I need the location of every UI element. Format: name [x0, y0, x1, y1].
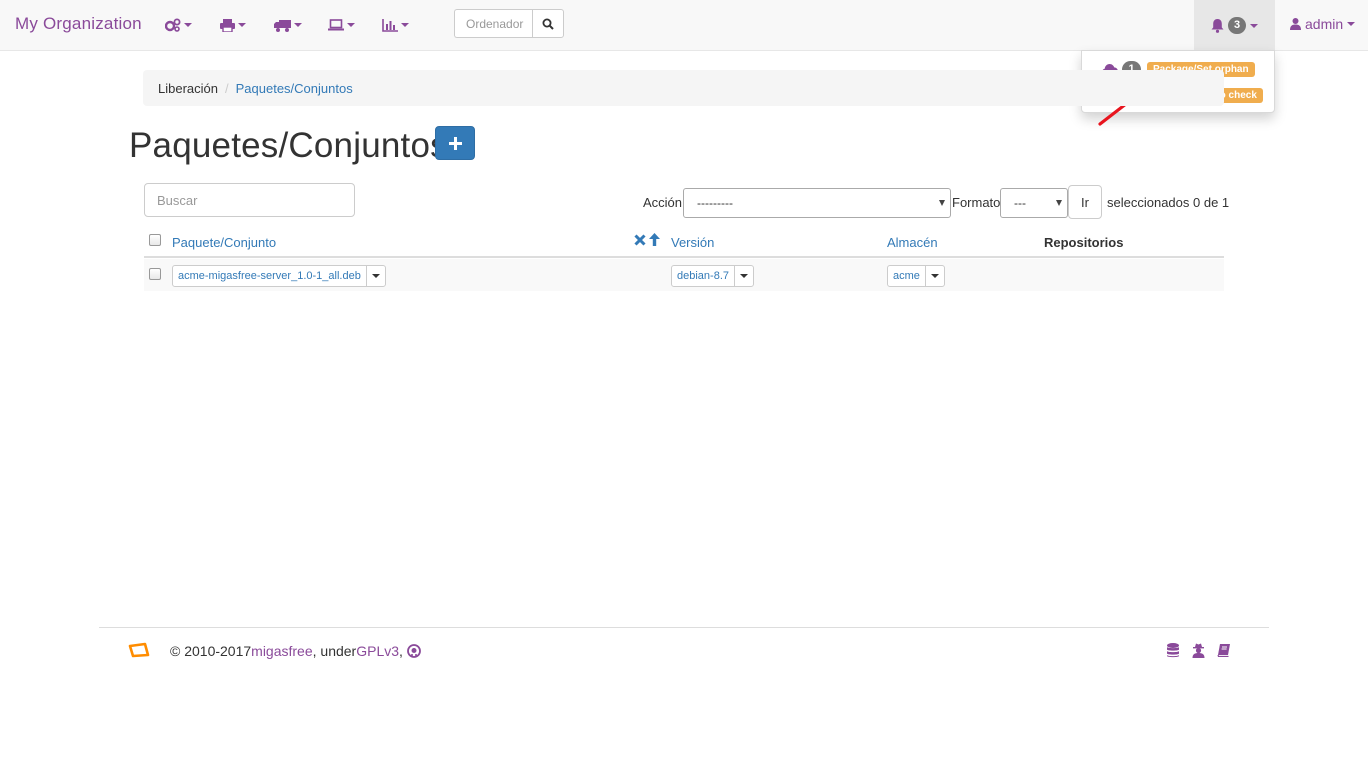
breadcrumb-separator: / [225, 80, 229, 96]
user-icon [1290, 18, 1301, 30]
format-label: Formato [952, 195, 1001, 210]
breadcrumb: Liberación / Paquetes/Conjuntos [143, 70, 1224, 106]
footer-under: , under [312, 643, 357, 659]
brand-link[interactable]: My Organization [15, 14, 142, 34]
action-select-value: --------- [697, 196, 733, 210]
column-header-repositories: Repositorios [1044, 235, 1124, 250]
book-icon[interactable] [1217, 643, 1231, 657]
devices-menu[interactable] [220, 15, 246, 35]
format-select[interactable]: --- [1000, 188, 1068, 218]
footer-comma: , [399, 643, 403, 659]
data-menu[interactable] [382, 15, 409, 35]
column-header-store[interactable]: Almacén [887, 235, 938, 250]
chevron-down-icon [1250, 23, 1258, 28]
add-package-button[interactable] [435, 126, 475, 160]
notifications-toggle[interactable]: 3 [1194, 0, 1275, 51]
chevron-down-icon [347, 23, 355, 27]
row-checkbox[interactable] [149, 268, 161, 280]
version-link[interactable]: debian-8.7 [672, 266, 734, 286]
store-link[interactable]: acme [888, 266, 925, 286]
bar-chart-icon [382, 18, 398, 32]
chevron-down-icon [740, 274, 748, 278]
chevron-down-icon [238, 23, 246, 27]
remove-sort-icon[interactable] [634, 234, 646, 246]
chevron-down-icon [184, 23, 192, 27]
computers-menu[interactable] [328, 15, 355, 35]
breadcrumb-item-paquetes[interactable]: Paquetes/Conjuntos [236, 81, 353, 96]
chevron-down-icon [401, 23, 409, 27]
chevron-down-icon [1056, 200, 1062, 206]
sort-ascending-icon[interactable] [649, 233, 660, 246]
format-select-value: --- [1014, 196, 1026, 210]
migasfree-link[interactable]: migasfree [251, 643, 312, 659]
migasfree-logo-icon[interactable] [128, 642, 150, 658]
package-split-button: acme-migasfree-server_1.0-1_all.deb [172, 265, 386, 287]
chevron-down-icon [371, 274, 380, 278]
footer-copyright: © 2010-2017 [170, 643, 252, 659]
search-input[interactable] [144, 183, 355, 217]
search-icon [542, 18, 554, 30]
release-menu[interactable] [274, 15, 302, 35]
column-header-version[interactable]: Versión [671, 235, 714, 250]
store-split-button: acme [887, 265, 945, 287]
page-title: Paquetes/Conjuntos [129, 126, 448, 165]
computer-search-input[interactable] [454, 9, 532, 38]
bell-icon [1211, 18, 1224, 33]
store-dropdown-toggle[interactable] [924, 266, 944, 286]
cogs-icon [165, 18, 181, 32]
chevron-down-icon [930, 274, 939, 278]
footer-icons [1166, 643, 1231, 658]
select-all-checkbox[interactable] [149, 234, 161, 246]
truck-icon [274, 19, 291, 32]
search-button[interactable] [532, 9, 564, 38]
computer-search-form [454, 9, 564, 38]
user-secret-icon[interactable] [1192, 643, 1205, 658]
plus-icon [448, 136, 462, 150]
user-name: admin [1305, 16, 1344, 32]
footer-divider [99, 627, 1269, 628]
chevron-down-icon [939, 200, 945, 206]
navbar: My Organization 3 admin [0, 0, 1368, 51]
notification-count-badge: 3 [1228, 17, 1246, 34]
action-select[interactable]: --------- [683, 188, 951, 218]
configuration-menu[interactable] [165, 15, 192, 35]
column-header-package[interactable]: Paquete/Conjunto [172, 235, 276, 250]
breadcrumb-item-liberacion[interactable]: Liberación [158, 81, 218, 96]
package-link[interactable]: acme-migasfree-server_1.0-1_all.deb [173, 266, 366, 286]
selection-counter: seleccionados 0 de 1 [1107, 195, 1230, 210]
chevron-down-icon [1347, 22, 1356, 26]
user-menu[interactable]: admin [1290, 16, 1356, 32]
database-icon[interactable] [1166, 643, 1180, 658]
laptop-icon [328, 19, 344, 31]
go-button[interactable]: Ir [1068, 185, 1102, 219]
license-link[interactable]: GPLv3 [356, 643, 399, 659]
chevron-down-icon [294, 23, 302, 27]
action-label: Acción: [643, 195, 686, 210]
version-split-button: debian-8.7 [671, 265, 754, 287]
package-dropdown-toggle[interactable] [365, 266, 385, 286]
github-icon[interactable] [407, 644, 421, 658]
table-row: acme-migasfree-server_1.0-1_all.deb debi… [144, 259, 1224, 291]
table-header: Paquete/Conjunto Versión Almacén Reposit… [144, 228, 1224, 258]
print-icon [220, 18, 235, 32]
version-dropdown-toggle[interactable] [734, 266, 753, 286]
footer-credits: © 2010-2017 migasfree , under GPLv3 , [170, 643, 421, 659]
